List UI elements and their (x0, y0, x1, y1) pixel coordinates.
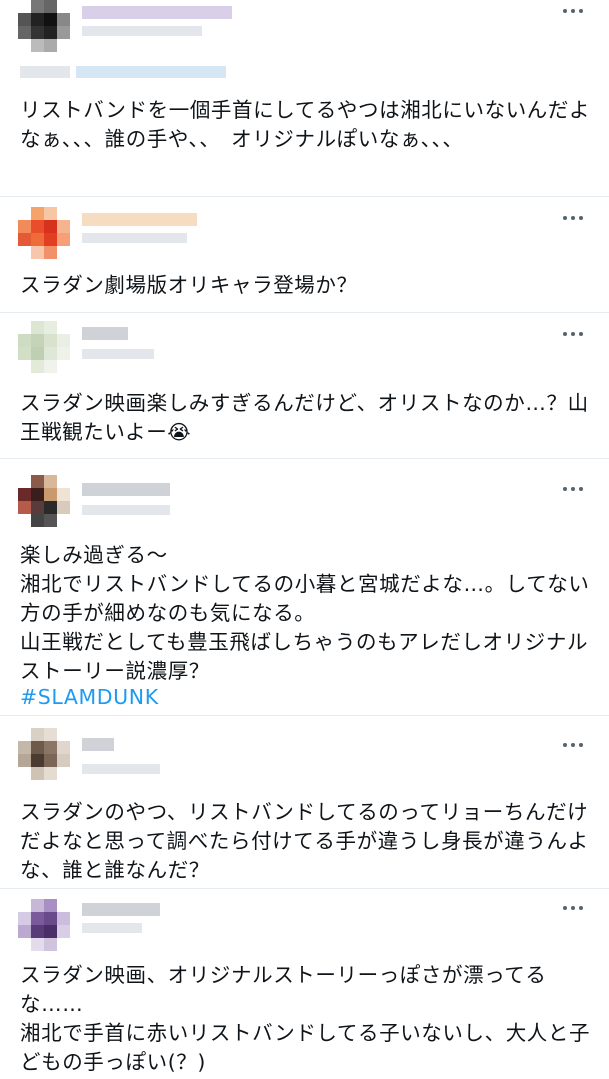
more-dots-icon[interactable] (563, 482, 587, 496)
tweet-text: スラダン映画楽しみすぎるんだけど、オリストなのか…？山王戦観たいよー😭 (20, 389, 591, 447)
tweet-text: リストバンドを一個手首にしてるやつは湘北にいないんだよなぁ、、、誰の手や、、 オ… (20, 98, 591, 151)
avatar[interactable] (18, 728, 70, 780)
username (82, 233, 187, 243)
tweet-6[interactable]: スラダン映画、オリジナルストーリーっぽさが漂ってるな…… 湘北で手首に赤いリスト… (0, 889, 609, 1079)
username (82, 26, 202, 36)
more-dots-icon[interactable] (563, 211, 587, 225)
crying-face-icon: 😭 (167, 420, 192, 444)
display-name[interactable] (82, 903, 160, 916)
tweet-1[interactable]: リストバンドを一個手首にしてるやつは湘北にいないんだよなぁ、、、誰の手や、、 オ… (0, 0, 609, 197)
tweet-3[interactable]: スラダン映画楽しみすぎるんだけど、オリストなのか…？山王戦観たいよー😭 (0, 313, 609, 459)
tweet-4[interactable]: 楽しみ過ぎる〜 湘北でリストバンドしてるの小暮と宮城だよな…。してない方の手が細… (0, 459, 609, 716)
tweet-text-body: スラダン映画楽しみすぎるんだけど、オリストなのか…？山王戦観たいよー (20, 391, 589, 444)
username (82, 923, 142, 933)
tweet-5[interactable]: スラダンのやつ、リストバンドしてるのってリョーちんだけだよなと思って調べたら付け… (0, 716, 609, 889)
display-name[interactable] (82, 213, 197, 226)
tweet-text: スラダン映画、オリジナルストーリーっぽさが漂ってるな…… 湘北で手首に赤いリスト… (20, 963, 591, 1074)
more-dots-icon[interactable] (563, 327, 587, 341)
avatar[interactable] (18, 321, 70, 373)
avatar[interactable] (18, 899, 70, 951)
avatar[interactable] (18, 475, 70, 527)
username (82, 764, 160, 774)
tweet-2[interactable]: スラダン劇場版オリキャラ登場か？ (0, 197, 609, 313)
avatar[interactable] (18, 207, 70, 259)
more-dots-icon[interactable] (563, 738, 587, 752)
more-dots-icon[interactable] (563, 4, 587, 18)
reply-to-line (20, 66, 70, 78)
tweet-text: 楽しみ過ぎる〜 湘北でリストバンドしてるの小暮と宮城だよな…。してない方の手が細… (20, 543, 590, 683)
avatar[interactable] (18, 0, 70, 52)
display-name[interactable] (82, 738, 114, 751)
username (82, 505, 170, 515)
display-name[interactable] (82, 327, 128, 340)
display-name[interactable] (82, 6, 232, 19)
tweet-text: スラダンのやつ、リストバンドしてるのってリョーちんだけだよなと思って調べたら付け… (20, 800, 589, 882)
reply-to-handle[interactable] (76, 66, 226, 78)
more-dots-icon[interactable] (563, 901, 587, 915)
hashtag-link[interactable]: #SLAMDUNK (20, 683, 591, 712)
display-name[interactable] (82, 483, 170, 496)
username (82, 349, 154, 359)
tweet-text: スラダン劇場版オリキャラ登場か？ (20, 273, 358, 297)
